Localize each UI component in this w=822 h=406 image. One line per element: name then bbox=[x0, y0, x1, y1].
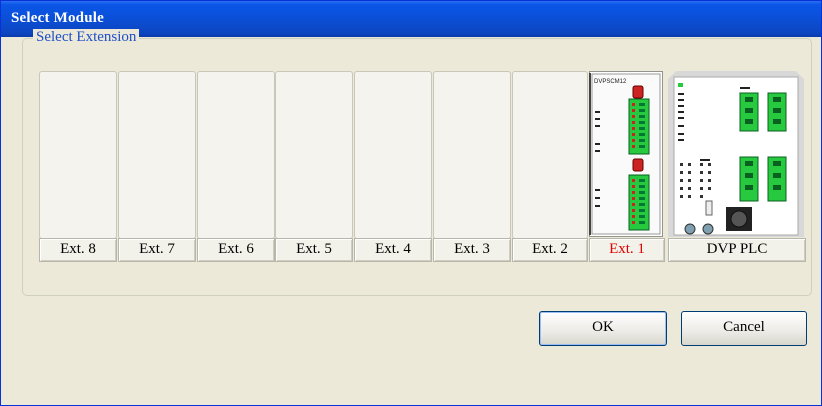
slot-ext-5[interactable] bbox=[275, 71, 353, 239]
slot-ext-4[interactable] bbox=[354, 71, 432, 239]
slot-ext-3[interactable] bbox=[433, 71, 511, 239]
dialog-title: Select Module bbox=[11, 10, 104, 26]
slot-label-ext-3[interactable]: Ext. 3 bbox=[433, 238, 511, 262]
ok-button[interactable]: OK bbox=[539, 311, 667, 346]
slot-ext-2[interactable] bbox=[512, 71, 588, 239]
group-label: Select Extension bbox=[33, 29, 140, 46]
slot-ext-8[interactable] bbox=[39, 71, 117, 239]
slot-label-ext-6[interactable]: Ext. 6 bbox=[197, 238, 275, 262]
slot-label-ext-7[interactable]: Ext. 7 bbox=[118, 238, 196, 262]
slot-label-ext-2[interactable]: Ext. 2 bbox=[512, 238, 588, 262]
module-model-text: DVPSCM12 bbox=[594, 79, 627, 85]
slot-label-ext-8[interactable]: Ext. 8 bbox=[39, 238, 117, 262]
slot-ext-7[interactable] bbox=[118, 71, 196, 239]
slot-label-dvp-plc[interactable]: DVP PLC bbox=[668, 238, 806, 262]
slot-ext-6[interactable] bbox=[197, 71, 275, 239]
dvp-plc-module[interactable] bbox=[668, 71, 804, 237]
plc-icon bbox=[668, 71, 804, 237]
slot-ext-1-module[interactable]: DVPSCM12 bbox=[589, 71, 663, 237]
slot-label-ext-1[interactable]: Ext. 1 bbox=[589, 238, 665, 262]
select-module-dialog: Select Module Select Extension DVPSCM12 bbox=[0, 0, 822, 406]
cancel-button[interactable]: Cancel bbox=[681, 311, 807, 346]
slot-label-ext-4[interactable]: Ext. 4 bbox=[354, 238, 432, 262]
slot-label-ext-5[interactable]: Ext. 5 bbox=[275, 238, 353, 262]
communication-module-icon: DVPSCM12 bbox=[589, 71, 663, 237]
